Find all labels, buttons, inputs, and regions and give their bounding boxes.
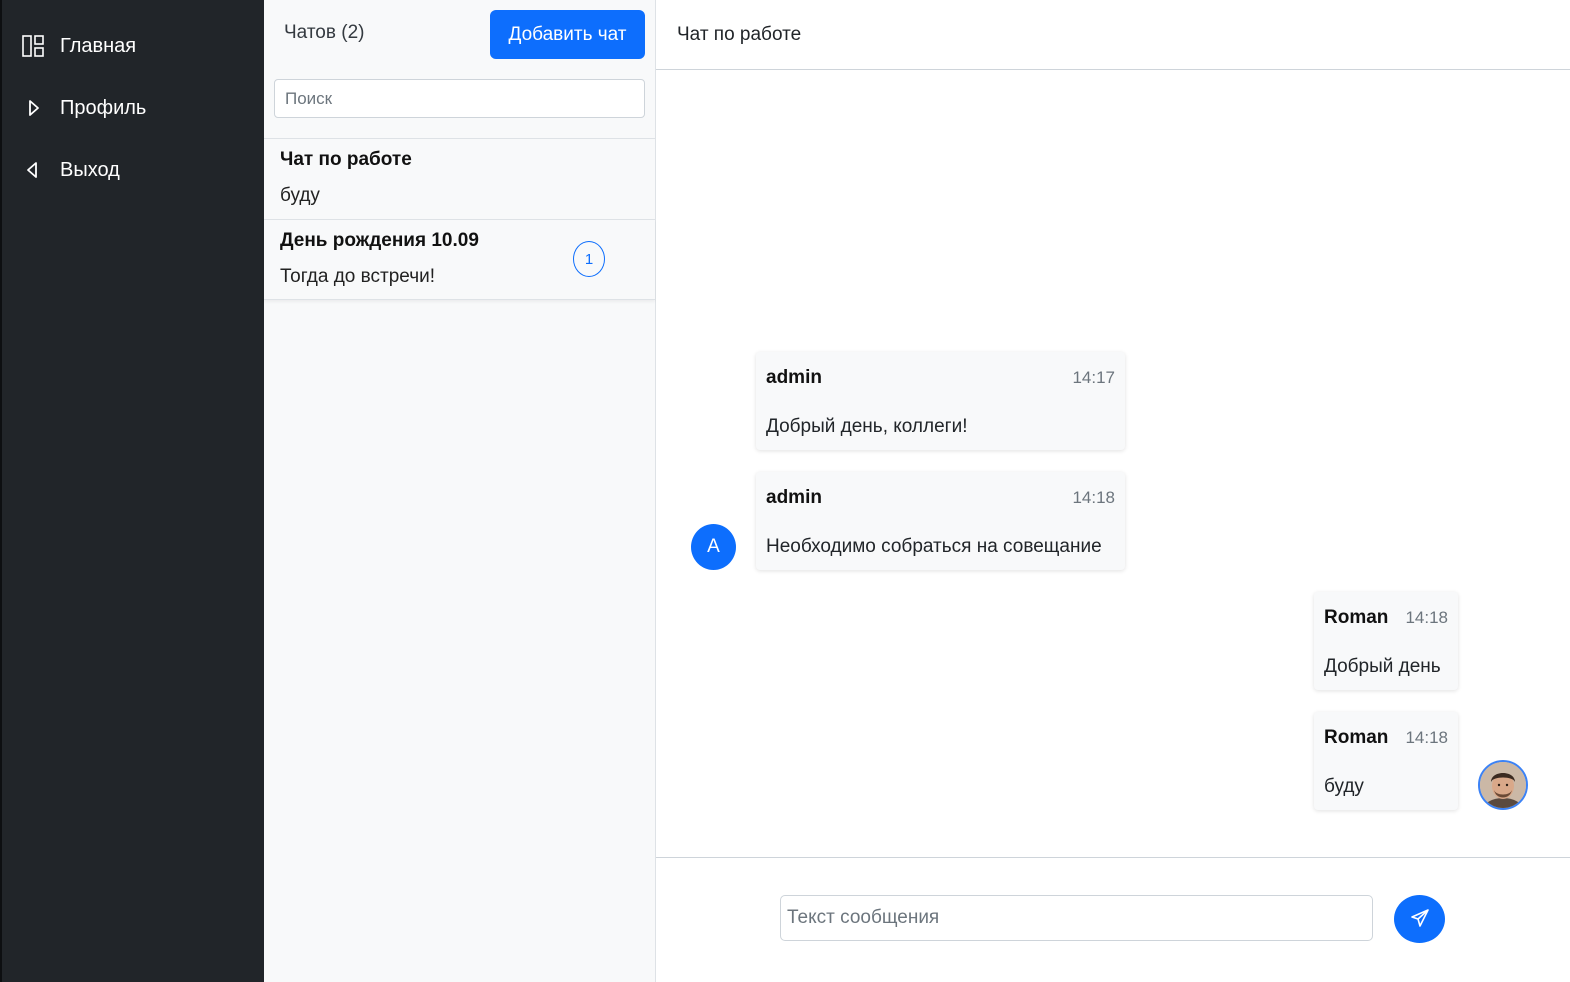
conversation-panel: Чат по работе admin 14:17 Добрый день, к…: [656, 0, 1570, 982]
message-author: Roman: [1324, 727, 1389, 748]
chat-title: День рождения 10.09: [280, 230, 479, 251]
chat-preview: Тогда до встречи!: [280, 266, 436, 287]
caret-right-icon: [22, 95, 48, 121]
chat-app: Главная Профиль Выход Чатов (2) Добавить…: [0, 0, 1570, 982]
message-time: 14:17: [1072, 368, 1115, 387]
sidebar-item-home[interactable]: Главная: [22, 26, 242, 66]
message-bubble: admin 14:18 Необходимо собраться на сове…: [756, 472, 1125, 570]
message-bubble: Roman 14:18 Добрый день: [1314, 592, 1458, 690]
sidebar-item-label: Выход: [60, 158, 120, 181]
message-bubble: Roman 14:18 буду: [1314, 712, 1458, 810]
message-time: 14:18: [1072, 488, 1115, 507]
message-composer: [656, 857, 1570, 982]
message-text: Добрый день, коллеги!: [766, 416, 968, 437]
add-chat-button[interactable]: Добавить чат: [490, 10, 645, 59]
message-text: Добрый день: [1324, 656, 1441, 677]
sidebar-item-label: Главная: [60, 34, 137, 57]
message-author: Roman: [1324, 607, 1389, 628]
avatar: A: [691, 524, 736, 570]
sidebar-item-logout[interactable]: Выход: [22, 150, 242, 190]
chat-preview: буду: [280, 185, 320, 206]
message-time: 14:18: [1405, 728, 1448, 747]
chat-list-panel: Чатов (2) Добавить чат Чат по работе буд…: [264, 0, 656, 982]
message-author: admin: [766, 487, 822, 508]
message-text: буду: [1324, 776, 1364, 797]
send-button[interactable]: [1394, 895, 1445, 943]
conversation-header: Чат по работе: [656, 0, 1570, 70]
search-input[interactable]: [274, 79, 645, 118]
send-icon: [1410, 908, 1430, 931]
chat-list-item[interactable]: День рождения 10.09 Тогда до встречи! 1: [264, 219, 655, 300]
layout-icon: [22, 33, 48, 59]
chat-title: Чат по работе: [280, 149, 412, 170]
unread-badge: 1: [573, 241, 605, 277]
caret-left-icon: [22, 157, 48, 183]
message-time: 14:18: [1405, 608, 1448, 627]
message-author: admin: [766, 367, 822, 388]
message-bubble: admin 14:17 Добрый день, коллеги!: [756, 352, 1125, 450]
sidebar-item-profile[interactable]: Профиль: [22, 88, 242, 128]
chat-count: Чатов (2): [284, 22, 365, 43]
conversation-title: Чат по работе: [677, 24, 802, 45]
user-avatar-photo: [1478, 760, 1528, 810]
sidebar: Главная Профиль Выход: [0, 0, 264, 982]
chat-list-item[interactable]: Чат по работе буду: [264, 138, 655, 219]
sidebar-item-label: Профиль: [60, 96, 147, 119]
message-text: Необходимо собраться на совещание: [766, 536, 1102, 557]
message-input[interactable]: [780, 895, 1373, 941]
